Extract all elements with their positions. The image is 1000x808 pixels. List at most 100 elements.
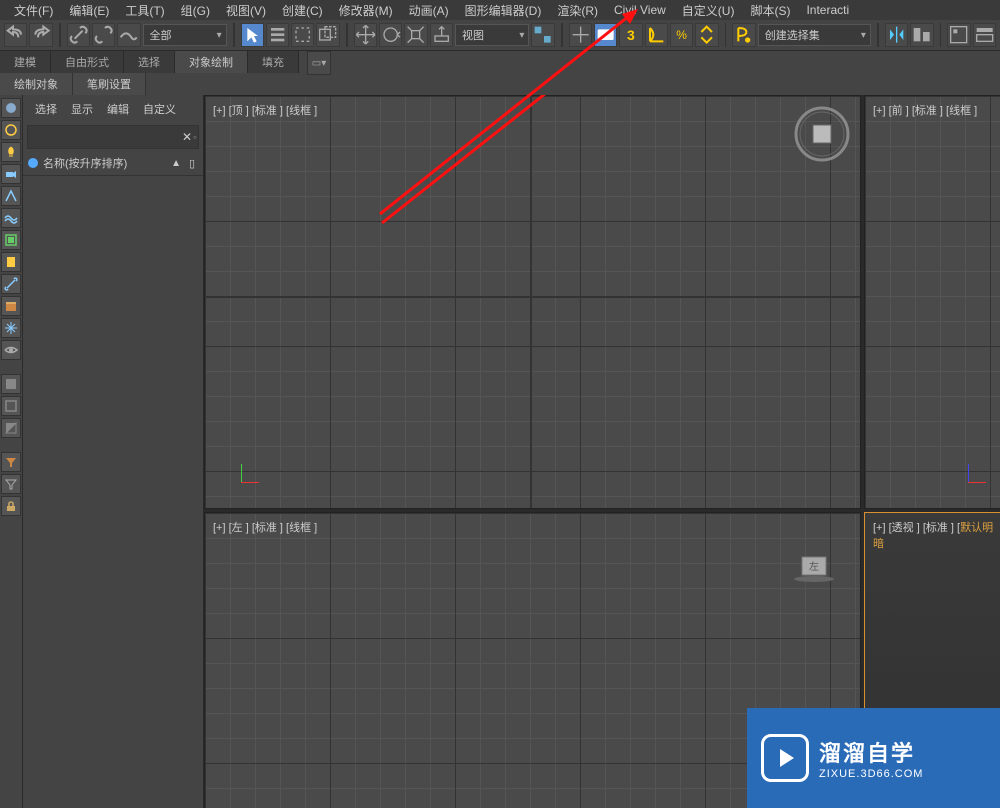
viewport-front[interactable]: [+] [前 ] [标准 ] [线框 ] <box>864 95 1000 509</box>
geometry-filter-icon[interactable] <box>1 98 21 118</box>
angle-snap-button[interactable] <box>645 23 668 47</box>
display-invert-icon[interactable] <box>1 418 21 438</box>
xrefs-filter-icon[interactable] <box>1 252 21 272</box>
menu-modifiers[interactable]: 修改器(M) <box>333 2 399 19</box>
link-button[interactable] <box>67 23 90 47</box>
snap-toggle-button[interactable]: 3 <box>619 23 642 47</box>
svg-text:左: 左 <box>809 560 819 573</box>
rect-select-button[interactable] <box>291 23 314 47</box>
containers-filter-icon[interactable] <box>1 296 21 316</box>
scene-list-header-label: 名称(按升序排序) <box>43 155 127 171</box>
bone-filter-icon[interactable] <box>1 274 21 294</box>
viewcube[interactable] <box>792 104 852 164</box>
window-crossing-button[interactable] <box>316 23 339 47</box>
filter-clear-icon[interactable] <box>1 474 21 494</box>
mirror-button[interactable] <box>885 23 908 47</box>
pivot-button[interactable] <box>531 23 554 47</box>
ribbon-tab-objectdraw[interactable]: 对象绘制 <box>175 51 248 73</box>
clear-search-icon[interactable]: ✕ <box>182 130 192 144</box>
menu-render[interactable]: 渲染(R) <box>551 2 604 19</box>
display-all-icon[interactable] <box>1 374 21 394</box>
menu-civilview[interactable]: Civil View <box>608 3 672 17</box>
scene-search-input[interactable] <box>28 131 182 143</box>
named-selection-dropdown[interactable]: 创建选择集 <box>758 24 871 46</box>
sidetab-custom[interactable]: 自定义 <box>143 101 176 117</box>
watermark-title: 溜溜自学 <box>819 736 923 768</box>
select-by-name-button[interactable] <box>266 23 289 47</box>
undo-button[interactable] <box>4 23 27 47</box>
menu-interactive[interactable]: Interacti <box>800 3 855 17</box>
ribbon-tab-modeling[interactable]: 建模 <box>0 51 51 73</box>
scene-explorer-iconbar <box>0 95 23 808</box>
manipulate-button[interactable] <box>569 23 592 47</box>
watermark: 溜溜自学 ZIXUE.3D66.COM <box>747 708 1000 808</box>
groups-filter-icon[interactable] <box>1 230 21 250</box>
cameras-filter-icon[interactable] <box>1 164 21 184</box>
filter-funnel-icon[interactable] <box>1 452 21 472</box>
axis-gizmo-front <box>962 458 992 488</box>
scene-explorer-panel: 选择 显示 编辑 自定义 ✕ ◦ 名称(按升序排序) ▲ ▯ <box>23 95 204 808</box>
menu-file[interactable]: 文件(F) <box>8 2 59 19</box>
viewport-left-label[interactable]: [+] [左 ] [标准 ] [线框 ] <box>213 519 317 535</box>
sidetab-display[interactable]: 显示 <box>71 101 93 117</box>
sort-arrow-icon: ▲ <box>171 158 181 169</box>
menu-customize[interactable]: 自定义(U) <box>676 2 741 19</box>
lock-icon[interactable] <box>1 496 21 516</box>
watermark-url: ZIXUE.3D66.COM <box>819 768 923 780</box>
ref-coord-dropdown[interactable]: 视图 <box>455 24 529 46</box>
menu-grapheditor[interactable]: 图形编辑器(D) <box>459 2 548 19</box>
bind-spacewarp-button[interactable] <box>117 23 140 47</box>
search-options-icon[interactable]: ◦ <box>192 130 198 144</box>
ribbon-sub-brush[interactable]: 笔刷设置 <box>73 73 146 95</box>
menu-bar: 文件(F) 编辑(E) 工具(T) 组(G) 视图(V) 创建(C) 修改器(M… <box>0 0 1000 20</box>
menu-group[interactable]: 组(G) <box>175 2 216 19</box>
menu-animation[interactable]: 动画(A) <box>403 2 455 19</box>
percent-snap-button[interactable]: % <box>670 23 693 47</box>
scale-button[interactable] <box>404 23 427 47</box>
viewcube-left[interactable]: 左 <box>792 553 836 583</box>
selection-filter-dropdown[interactable]: 全部 <box>143 24 227 46</box>
unlink-button[interactable] <box>92 23 115 47</box>
menu-view[interactable]: 视图(V) <box>220 2 272 19</box>
menu-tools[interactable]: 工具(T) <box>119 2 170 19</box>
scene-list-header[interactable]: 名称(按升序排序) ▲ ▯ <box>23 151 203 176</box>
ribbon-tab-freeform[interactable]: 自由形式 <box>51 51 124 73</box>
spinner-snap-button[interactable] <box>695 23 718 47</box>
ribbon-collapse-button[interactable]: ▭▾ <box>307 51 331 75</box>
ribbon-tabs: 建模 自由形式 选择 对象绘制 填充 ▭▾ <box>0 51 1000 73</box>
keyboard-shortcut-button[interactable] <box>594 23 617 47</box>
main-toolbar: 全部 视图 3 % 创建选择集 <box>0 20 1000 51</box>
sidetab-edit[interactable]: 编辑 <box>107 101 129 117</box>
layer-explorer-button[interactable] <box>947 23 970 47</box>
viewport-top-label[interactable]: [+] [顶 ] [标准 ] [线框 ] <box>213 102 317 118</box>
menu-edit[interactable]: 编辑(E) <box>63 2 115 19</box>
move-button[interactable] <box>354 23 377 47</box>
placement-button[interactable] <box>430 23 453 47</box>
redo-button[interactable] <box>29 23 52 47</box>
named-sel-button[interactable] <box>732 23 755 47</box>
axis-gizmo <box>235 458 265 488</box>
align-button[interactable] <box>910 23 933 47</box>
viewport-persp-label[interactable]: [+] [透视 ] [标准 ] [默认明暗 <box>873 519 1000 551</box>
ribbon-subtabs: 绘制对象 笔刷设置 <box>0 73 1000 95</box>
select-object-button[interactable] <box>241 23 264 47</box>
viewport-top[interactable]: [+] [顶 ] [标准 ] [线框 ] <box>204 95 861 509</box>
display-none-icon[interactable] <box>1 396 21 416</box>
rotate-button[interactable] <box>379 23 402 47</box>
ribbon-tab-populate[interactable]: 填充 <box>248 51 299 73</box>
hidden-filter-icon[interactable] <box>1 340 21 360</box>
shapes-filter-icon[interactable] <box>1 120 21 140</box>
ribbon-tab-selection[interactable]: 选择 <box>124 51 175 73</box>
watermark-logo-icon <box>761 734 809 782</box>
menu-create[interactable]: 创建(C) <box>276 2 329 19</box>
sidetab-select[interactable]: 选择 <box>35 101 57 117</box>
lights-filter-icon[interactable] <box>1 142 21 162</box>
viewport-front-label[interactable]: [+] [前 ] [标准 ] [线框 ] <box>873 102 977 118</box>
ribbon-sub-drawobj[interactable]: 绘制对象 <box>0 73 73 95</box>
menu-script[interactable]: 脚本(S) <box>744 2 796 19</box>
frozen-filter-icon[interactable] <box>1 318 21 338</box>
helpers-filter-icon[interactable] <box>1 186 21 206</box>
toggle-ribbon-button[interactable] <box>973 23 996 47</box>
spacewarps-filter-icon[interactable] <box>1 208 21 228</box>
viewport-area: [+] [顶 ] [标准 ] [线框 ] [+] [前 ] [标准 ] [线框 … <box>204 95 1000 808</box>
